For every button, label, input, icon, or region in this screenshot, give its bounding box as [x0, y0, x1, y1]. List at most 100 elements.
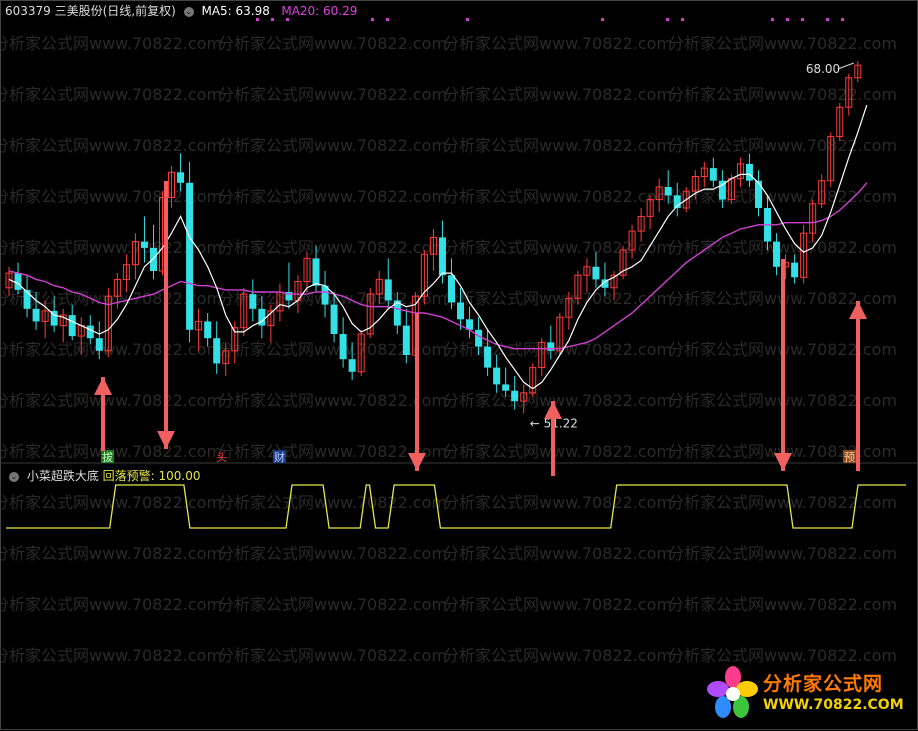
watermark-text: 分析家公式网www.70822.com [668, 136, 897, 155]
watermark-text: 分析家公式网www.70822.com [668, 595, 897, 614]
chart-canvas: 分析家公式网www.70822.com 分析家公式网www.70822.com 分析… [0, 0, 918, 730]
watermark-text: 分析家公式网www.70822.com [1, 85, 222, 104]
marker-dot [841, 18, 844, 21]
signal-tag: 预 [844, 451, 855, 464]
candle-body [592, 266, 600, 280]
candle-body [68, 315, 76, 337]
marker-dot [601, 18, 604, 21]
chart-header: 603379 三美股份(日线,前复权) ⌄ MA5: 63.98 MA20: 6… [5, 2, 357, 19]
indicator-value: 回落预警: 100.00 [102, 469, 201, 483]
watermark-text: 分析家公式网www.70822.com [668, 238, 897, 257]
watermark-text: 分析家公式网www.70822.com [668, 544, 897, 563]
candle-body [384, 279, 392, 301]
candle-body [249, 294, 257, 309]
arrow-head [94, 377, 112, 395]
marker-dot [771, 18, 774, 21]
arrow-head [774, 453, 792, 471]
candle-body [438, 237, 446, 276]
candle-body [511, 390, 519, 402]
watermark-text: 分析家公式网www.70822.com [443, 544, 672, 563]
watermark-text: 分析家公式网www.70822.com [443, 34, 672, 53]
candle-body [330, 304, 338, 334]
candle-body [95, 338, 103, 351]
watermark-text: 分析家公式网www.70822.com [668, 34, 897, 53]
watermark-text: 分析家公式网www.70822.com [218, 493, 447, 512]
watermark-text: 分析家公式网www.70822.com [1, 34, 222, 53]
indicator-collapse-icon[interactable]: ⌄ [9, 471, 19, 482]
candle-body [149, 247, 157, 271]
marker-dot [786, 18, 789, 21]
site-logo: 分析家公式网 WWW.70822.COM [707, 665, 907, 723]
watermark-text: 分析家公式网www.70822.com [668, 85, 897, 104]
candle-body [402, 325, 410, 355]
marker-dot [466, 18, 469, 21]
marker-dot [681, 18, 684, 21]
candle-body [447, 275, 455, 303]
candle-body [312, 258, 320, 286]
watermark-text: 分析家公式网www.70822.com [218, 391, 447, 410]
signal-tag: 拔 [102, 450, 113, 464]
candle-body [339, 334, 347, 360]
watermark-text: 分析家公式网www.70822.com [1, 646, 222, 665]
arrow-head [408, 453, 426, 471]
high-price-pointer [837, 62, 854, 70]
ma5-label: MA5: 63.98 [201, 4, 270, 18]
up-arrow-icon [544, 401, 562, 476]
watermark-text: 分析家公式网www.70822.com [443, 493, 672, 512]
watermark-text: 分析家公式网www.70822.com [668, 646, 897, 665]
signal-tag: 财 [274, 450, 285, 464]
marker-dot [666, 18, 669, 21]
candle-body [475, 329, 483, 347]
candle-body [213, 338, 221, 364]
logo-name: 分析家公式网 [763, 673, 884, 695]
candle-body [791, 262, 799, 278]
watermark-text: 分析家公式网www.70822.com [1, 595, 222, 614]
watermark-text: 分析家公式网www.70822.com [1, 391, 222, 410]
ma20-label: MA20: 60.29 [281, 4, 358, 18]
watermark-text: 分析家公式网www.70822.com [443, 238, 672, 257]
candle-body [484, 346, 492, 368]
watermark-text: 分析家公式网www.70822.com [218, 34, 447, 53]
watermark-text: 分析家公式网www.70822.com [218, 238, 447, 257]
candle-body [32, 308, 40, 322]
signal-tag: 头 [216, 451, 227, 464]
ma20-line [8, 182, 868, 350]
watermark-text: 分析家公式网www.70822.com [443, 136, 672, 155]
watermark-text: 分析家公式网www.70822.com [443, 391, 672, 410]
candle-body [177, 172, 185, 183]
marker-dot [386, 18, 389, 21]
watermark-text: 分析家公式网www.70822.com [1, 544, 222, 563]
candle-body [664, 187, 672, 196]
candle-body [140, 241, 148, 248]
watermark-text: 分析家公式网www.70822.com [443, 289, 672, 308]
watermark-text: 分析家公式网www.70822.com [443, 646, 672, 665]
marker-dot [826, 18, 829, 21]
up-arrow-icon [94, 377, 112, 451]
watermark-text: 分析家公式网www.70822.com [218, 187, 447, 206]
candle-body [204, 321, 212, 339]
candle-body [547, 342, 555, 351]
flower-logo-icon [707, 666, 758, 718]
watermark-layer: 分析家公式网www.70822.com分析家公式网www.70822.com分析… [1, 34, 897, 665]
candle-body [502, 384, 510, 391]
watermark-text: 分析家公式网www.70822.com [443, 595, 672, 614]
marker-dot [371, 18, 374, 21]
candle-body [745, 163, 753, 181]
candle-body [773, 241, 781, 267]
candle-body [493, 367, 501, 385]
watermark-text: 分析家公式网www.70822.com [218, 595, 447, 614]
indicator-name: 小菜超跌大底 [26, 469, 99, 483]
logo-url: WWW.70822.COM [763, 697, 904, 713]
candle-body [754, 180, 762, 208]
watermark-text: 分析家公式网www.70822.com [1, 493, 222, 512]
watermark-text: 分析家公式网www.70822.com [443, 85, 672, 104]
chart-svg: 分析家公式网www.70822.com分析家公式网www.70822.com分析… [1, 18, 918, 665]
marker-dot [801, 18, 804, 21]
watermark-text: 分析家公式网www.70822.com [218, 544, 447, 563]
high-price-label: 68.00 [806, 62, 840, 76]
watermark-text: 分析家公式网www.70822.com [443, 187, 672, 206]
candle-body [457, 302, 464, 320]
collapse-icon[interactable]: ⌄ [183, 6, 194, 17]
candle-body [86, 325, 94, 339]
candle-body [709, 168, 717, 181]
